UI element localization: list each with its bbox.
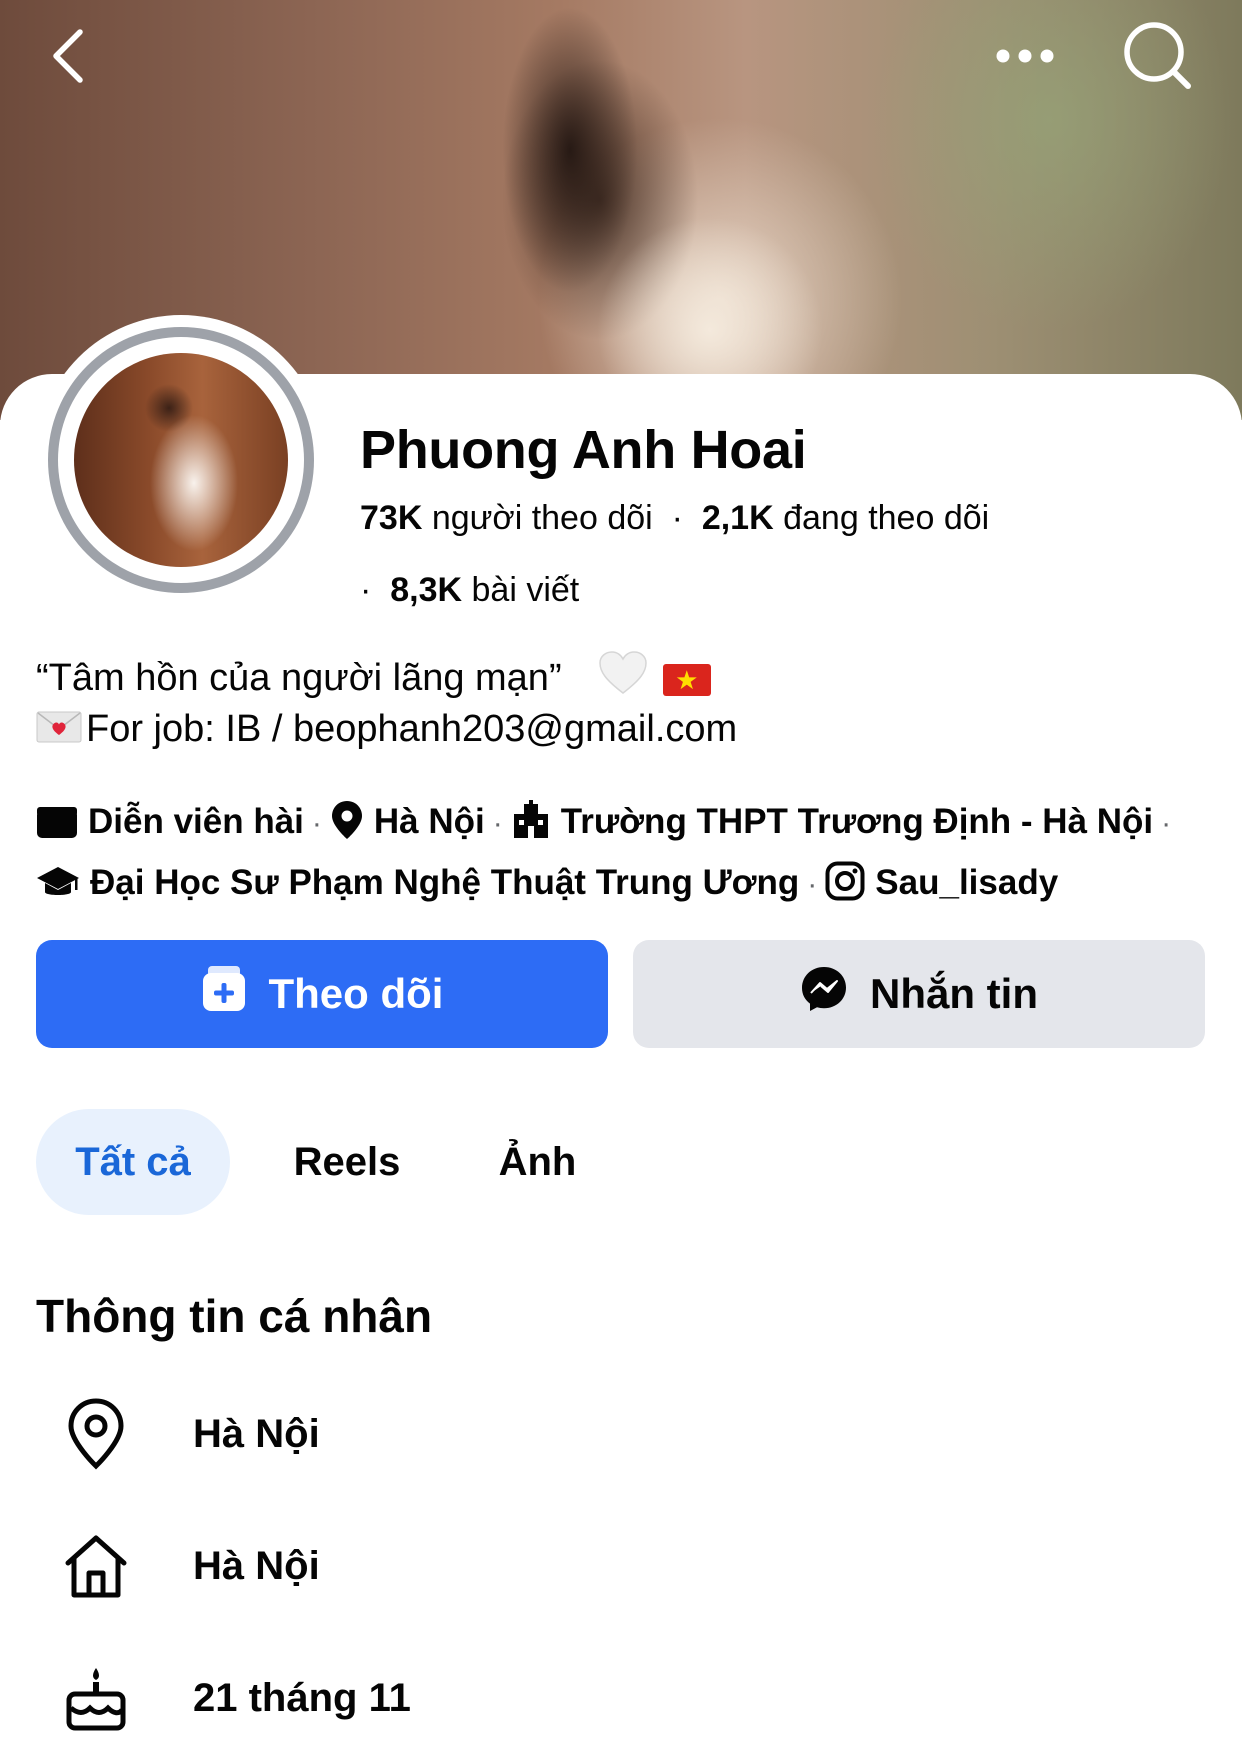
- location-pin-icon: [330, 800, 364, 856]
- following-label: đang theo dõi: [783, 499, 990, 537]
- following-count: 2,1K: [701, 499, 774, 537]
- back-arrow-icon: [53, 29, 83, 83]
- birthday-cake-icon: [56, 1658, 136, 1738]
- bio-contact: For job: IB / beophanh203@gmail.com: [86, 708, 738, 750]
- info-row-text: Hà Nội: [193, 1543, 320, 1588]
- home-icon: [56, 1526, 136, 1606]
- vietnam-flag-icon: ★: [662, 664, 711, 696]
- tab-photos[interactable]: Ảnh: [460, 1109, 615, 1215]
- detail-university[interactable]: Đại Học Sư Phạm Nghệ Thuật Trung Ương: [90, 863, 799, 902]
- info-row-text: Hà Nội: [193, 1411, 320, 1456]
- back-button[interactable]: [44, 26, 94, 86]
- search-button[interactable]: [1118, 18, 1198, 94]
- info-row-hometown[interactable]: Hà Nội: [56, 1526, 320, 1606]
- follow-label: Theo dõi: [268, 970, 444, 1017]
- graduation-cap-icon: [36, 863, 80, 917]
- follow-icon: [201, 965, 247, 1023]
- message-button[interactable]: Nhắn tin: [633, 940, 1205, 1048]
- location-pin-icon: [56, 1394, 136, 1474]
- avatar[interactable]: [36, 315, 326, 605]
- posts-label: bài viết: [471, 571, 580, 609]
- school-building-icon: [511, 800, 551, 856]
- avatar-photo: [74, 353, 288, 567]
- tab-reels[interactable]: Reels: [262, 1109, 432, 1215]
- avatar-story-ring: [48, 327, 314, 593]
- tab-all-label: Tất cả: [75, 1139, 191, 1184]
- search-icon: [1124, 22, 1191, 89]
- profile-name: Phuong Anh Hoai: [360, 420, 807, 480]
- messenger-icon: [800, 965, 848, 1023]
- clapperboard-icon: [36, 802, 78, 856]
- info-row-birthday[interactable]: 21 tháng 11: [56, 1658, 411, 1738]
- tab-photos-label: Ảnh: [498, 1139, 577, 1184]
- detail-instagram[interactable]: Sau_lisady: [875, 863, 1058, 902]
- detail-school[interactable]: Trường THPT Trương Định - Hà Nội: [561, 802, 1153, 841]
- detail-category[interactable]: Diễn viên hài: [88, 802, 304, 841]
- posts-stats: · 8,3K bài viết: [360, 571, 580, 609]
- bio-line-1: “Tâm hồn của người lãng mạn” ★: [36, 650, 711, 710]
- bio-quote: “Tâm hồn của người lãng mạn”: [36, 657, 562, 700]
- info-row-text: 21 tháng 11: [193, 1675, 411, 1720]
- followers-label: người theo dõi: [431, 499, 653, 537]
- tab-all[interactable]: Tất cả: [36, 1109, 230, 1215]
- message-label: Nhắn tin: [870, 970, 1038, 1017]
- instagram-icon: [825, 861, 865, 917]
- white-heart-icon: [598, 650, 648, 710]
- detail-location[interactable]: Hà Nội: [374, 802, 485, 841]
- profile-details: Diễn viên hài · Hà Nội · Trường THPT Trươn…: [36, 795, 1216, 917]
- tab-reels-label: Reels: [293, 1139, 401, 1184]
- posts-count: 8,3K: [390, 571, 463, 609]
- info-row-current-city[interactable]: Hà Nội: [56, 1394, 320, 1474]
- follow-stats[interactable]: 73K người theo dõi · 2,1K đang theo dõi: [360, 496, 989, 540]
- personal-info-title: Thông tin cá nhân: [36, 1290, 433, 1342]
- follow-button[interactable]: Theo dõi: [36, 940, 608, 1048]
- more-options-button[interactable]: [992, 36, 1058, 76]
- followers-count: 73K: [360, 499, 423, 537]
- bio-line-2: For job: IB / beophanh203@gmail.com: [36, 703, 737, 757]
- love-letter-icon: [36, 705, 82, 757]
- more-dots-icon: [996, 49, 1054, 63]
